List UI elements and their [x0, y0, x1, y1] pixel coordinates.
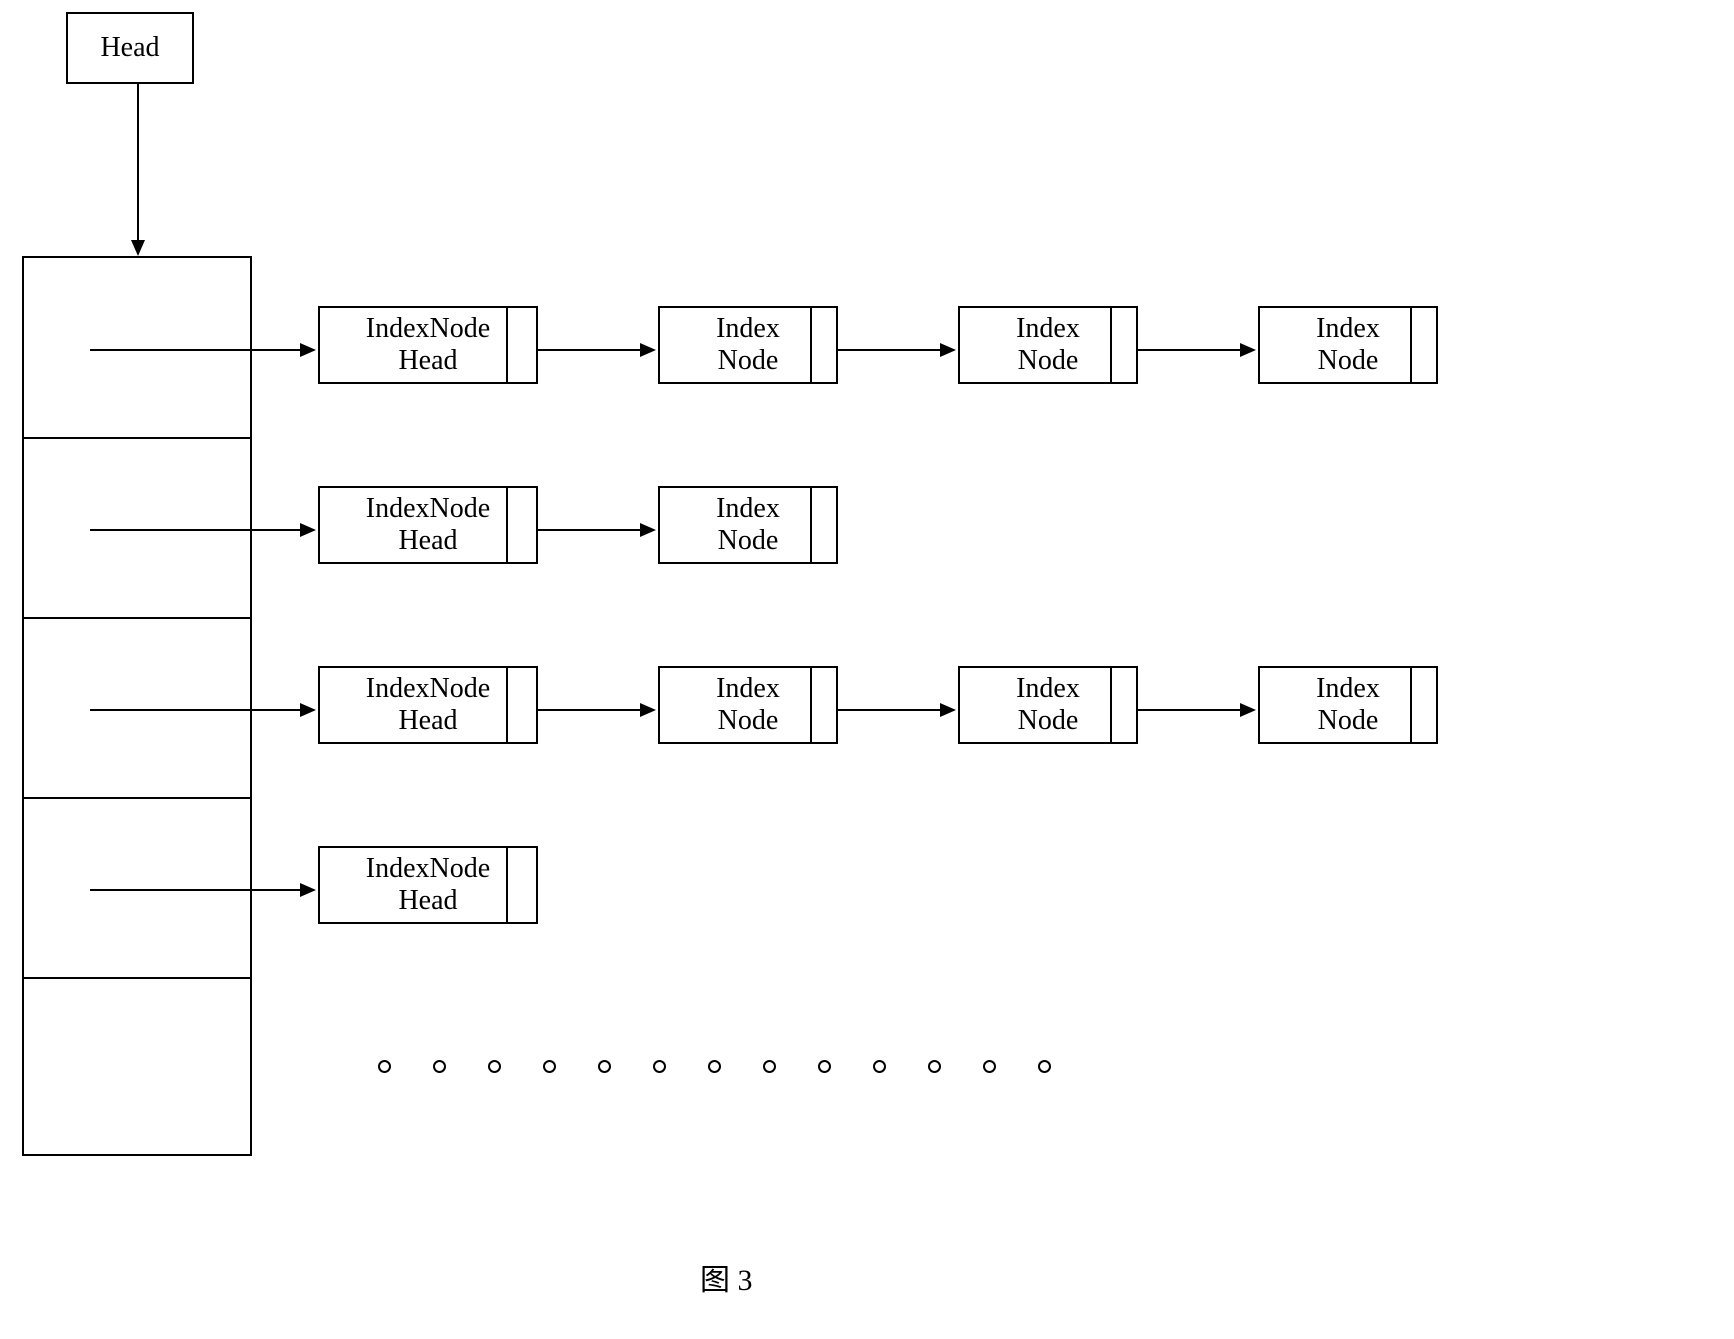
array-divider-3 [22, 797, 252, 799]
index-node-label: Index Node [1016, 673, 1080, 737]
ellipsis-circle [763, 1060, 776, 1073]
arrow-row1-2 [838, 340, 958, 360]
index-node-head-box: IndexNode Head [318, 666, 538, 744]
ellipsis-circle [378, 1060, 391, 1073]
array-divider-2 [22, 617, 252, 619]
arrow-row1-3 [1138, 340, 1258, 360]
index-node-label: Index Node [1316, 673, 1380, 737]
index-node-head-box: IndexNode Head [318, 306, 538, 384]
array-divider-4 [22, 977, 252, 979]
ellipsis-circle [873, 1060, 886, 1073]
ellipsis-circle [983, 1060, 996, 1073]
node-pointer-divider [810, 668, 812, 742]
index-node-box: Index Node [658, 306, 838, 384]
node-pointer-divider [810, 308, 812, 382]
ellipsis-circles [378, 1060, 1051, 1073]
index-node-head-box: IndexNode Head [318, 486, 538, 564]
index-node-head-label: IndexNode Head [366, 493, 490, 557]
node-pointer-divider [1110, 668, 1112, 742]
index-node-head-label: IndexNode Head [366, 853, 490, 917]
index-node-box: Index Node [958, 306, 1138, 384]
index-node-box: Index Node [1258, 666, 1438, 744]
node-pointer-divider [1410, 308, 1412, 382]
index-node-label: Index Node [1316, 313, 1380, 377]
arrow-cell3-to-head [90, 700, 320, 720]
index-node-box: Index Node [658, 666, 838, 744]
arrow-row3-3 [1138, 700, 1258, 720]
index-node-label: Index Node [716, 493, 780, 557]
node-pointer-divider [810, 488, 812, 562]
index-node-head-label: IndexNode Head [366, 673, 490, 737]
node-pointer-divider [506, 308, 508, 382]
arrow-cell1-to-head [90, 340, 320, 360]
arrow-row1-1 [538, 340, 658, 360]
ellipsis-circle [928, 1060, 941, 1073]
index-node-head-label: IndexNode Head [366, 313, 490, 377]
ellipsis-circle [488, 1060, 501, 1073]
arrow-row3-1 [538, 700, 658, 720]
head-label: Head [100, 32, 159, 64]
node-pointer-divider [1410, 668, 1412, 742]
ellipsis-circle [708, 1060, 721, 1073]
node-pointer-divider [1110, 308, 1112, 382]
index-node-head-box: IndexNode Head [318, 846, 538, 924]
index-node-box: Index Node [658, 486, 838, 564]
ellipsis-circle [598, 1060, 611, 1073]
ellipsis-circle [433, 1060, 446, 1073]
index-node-label: Index Node [716, 313, 780, 377]
node-pointer-divider [506, 488, 508, 562]
arrow-cell2-to-head [90, 520, 320, 540]
ellipsis-circle [1038, 1060, 1051, 1073]
arrow-cell4-to-head [90, 880, 320, 900]
ellipsis-circle [543, 1060, 556, 1073]
arrow-row2-1 [538, 520, 658, 540]
ellipsis-circle [653, 1060, 666, 1073]
node-pointer-divider [506, 848, 508, 922]
ellipsis-circle [818, 1060, 831, 1073]
arrow-head-to-array [128, 84, 148, 258]
index-node-box: Index Node [1258, 306, 1438, 384]
arrow-row3-2 [838, 700, 958, 720]
index-node-label: Index Node [716, 673, 780, 737]
head-box: Head [66, 12, 194, 84]
index-node-box: Index Node [958, 666, 1138, 744]
array-divider-1 [22, 437, 252, 439]
figure-caption: 图 3 [700, 1255, 753, 1299]
index-node-label: Index Node [1016, 313, 1080, 377]
node-pointer-divider [506, 668, 508, 742]
